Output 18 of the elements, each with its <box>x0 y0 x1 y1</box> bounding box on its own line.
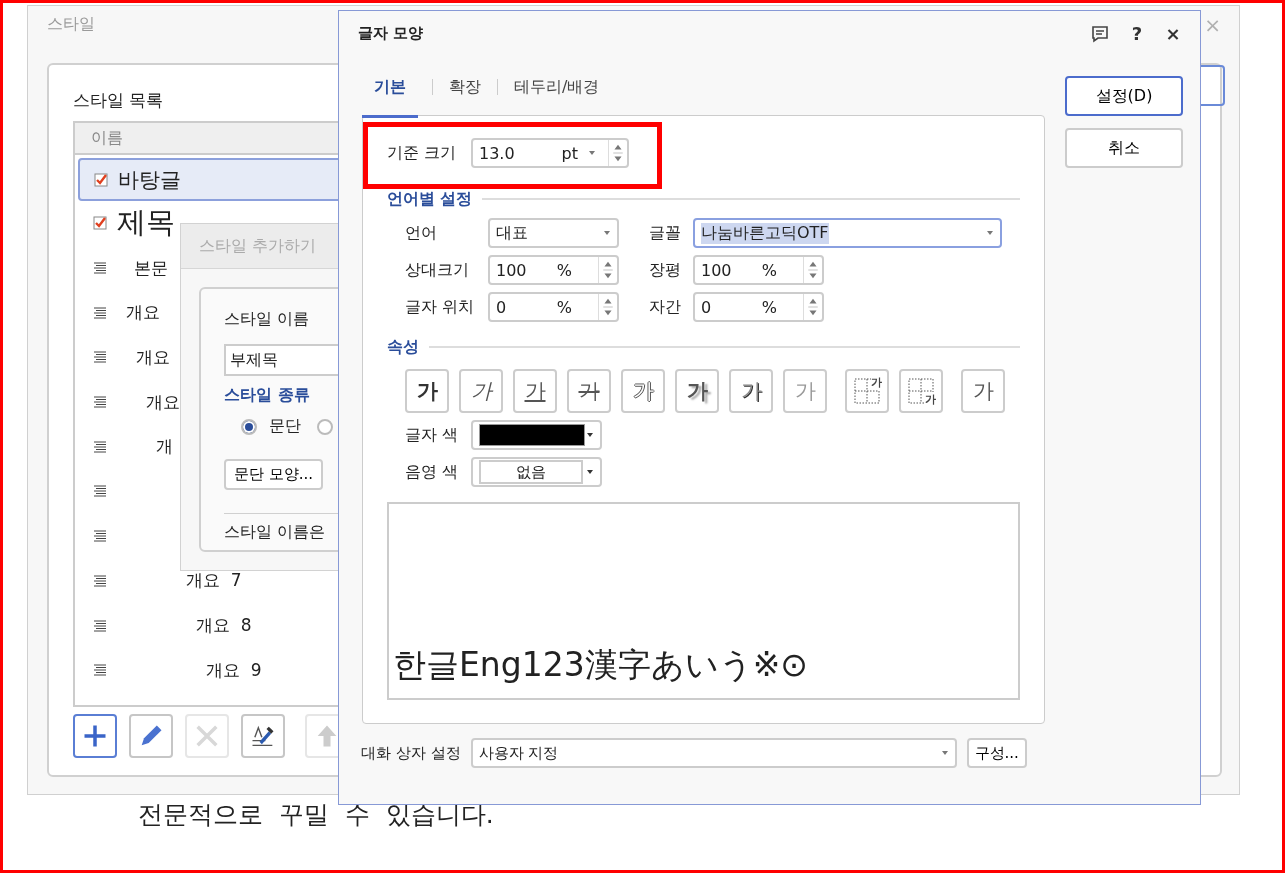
section-heading: 속성 <box>387 336 419 358</box>
dialog-title: 스타일 추가하기 <box>199 235 317 257</box>
field-label: 언어 <box>405 222 438 244</box>
field-label: 스타일 이름 <box>224 309 310 330</box>
field-label: 자간 <box>649 296 682 318</box>
field-label: 상대크기 <box>405 259 470 281</box>
preview-text: 한글Eng123漢字あいう※⊙ <box>393 644 808 686</box>
window-title: 스타일 <box>47 14 95 35</box>
document-text: 전문적으로 꾸밀 수 있습니다. <box>138 799 494 831</box>
field-label: 글자 위치 <box>405 296 475 318</box>
list-label: 스타일 목록 <box>73 89 164 112</box>
field-label: 대화 상자 설정 <box>361 743 461 763</box>
dialog-title: 글자 모양 <box>358 24 425 43</box>
field-label: 음영 색 <box>405 461 459 483</box>
field-label: 글꼴 <box>649 222 682 244</box>
section-heading: 스타일 종류 <box>224 385 310 406</box>
field-label: 글자 색 <box>405 424 459 446</box>
field-label: 장평 <box>649 259 682 281</box>
